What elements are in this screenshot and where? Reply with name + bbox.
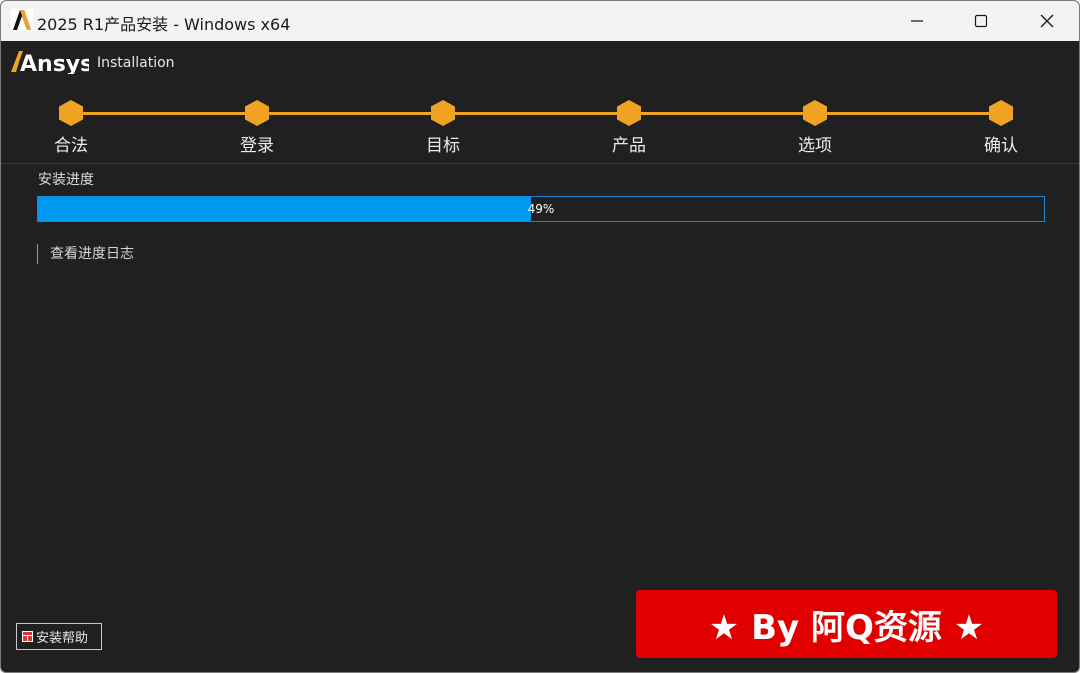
- hexagon-icon: [245, 100, 269, 126]
- stepper-line: [70, 112, 1001, 115]
- step-login[interactable]: 登录: [217, 99, 297, 156]
- help-icon: [22, 631, 33, 642]
- header-divider: [1, 163, 1079, 164]
- hexagon-icon: [617, 100, 641, 126]
- brand-header: Ansys Installation: [11, 48, 175, 74]
- minimize-button[interactable]: [885, 1, 949, 41]
- step-label: 确认: [984, 136, 1018, 156]
- step-options[interactable]: 选项: [775, 99, 855, 156]
- install-progress-bar: 49%: [37, 196, 1045, 222]
- window-title: 2025 R1产品安装 - Windows x64: [37, 15, 291, 34]
- brand-subtitle: Installation: [97, 55, 175, 71]
- installer-window: 2025 R1产品安装 - Windows x64 Ansys Installa…: [0, 0, 1080, 673]
- step-products[interactable]: 产品: [589, 99, 669, 156]
- progress-percent: 49%: [527, 202, 555, 216]
- watermark-banner: ★ By 阿Q资源 ★: [636, 590, 1057, 658]
- step-label: 目标: [426, 136, 460, 156]
- step-label: 产品: [612, 136, 646, 156]
- minimize-icon: [911, 20, 923, 22]
- step-confirm[interactable]: 确认: [961, 99, 1041, 156]
- help-button-label: 安装帮助: [36, 631, 89, 646]
- view-progress-log-link[interactable]: 查看进度日志: [37, 244, 134, 264]
- ansys-logo: Ansys: [11, 51, 89, 74]
- step-label: 合法: [54, 136, 88, 156]
- svg-text:Ansys: Ansys: [20, 52, 89, 74]
- hexagon-icon: [431, 100, 455, 126]
- maximize-button[interactable]: [949, 1, 1013, 41]
- maximize-icon: [974, 14, 988, 28]
- step-legal[interactable]: 合法: [31, 99, 111, 156]
- installation-stepper: 合法 登录 目标 产品 选项 确认: [1, 91, 1079, 163]
- hexagon-icon: [803, 100, 827, 126]
- close-button[interactable]: [1015, 1, 1079, 41]
- ansys-app-icon: [11, 9, 33, 31]
- hexagon-icon: [59, 100, 83, 126]
- close-icon: [1040, 14, 1054, 28]
- step-label: 登录: [240, 136, 274, 156]
- hexagon-icon: [989, 100, 1013, 126]
- install-help-button[interactable]: 安装帮助: [16, 623, 102, 650]
- step-target[interactable]: 目标: [403, 99, 483, 156]
- progress-title: 安装进度: [38, 172, 94, 188]
- title-bar[interactable]: 2025 R1产品安装 - Windows x64: [1, 1, 1079, 41]
- step-label: 选项: [798, 136, 832, 156]
